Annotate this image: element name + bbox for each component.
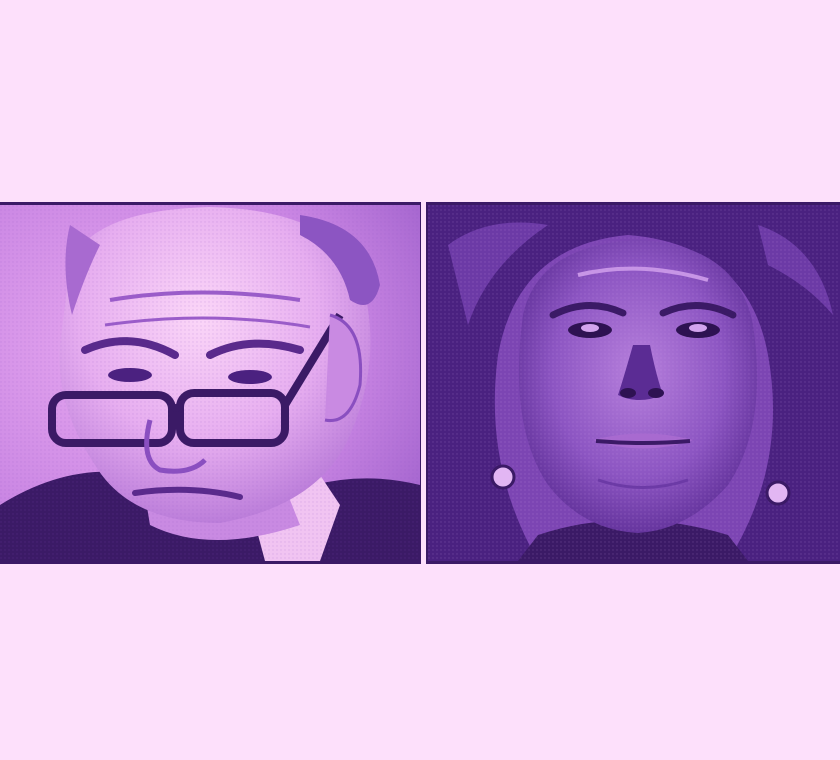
panel-divider [421, 202, 426, 564]
portrait-right-illustration [428, 205, 840, 561]
portrait-right [428, 205, 840, 561]
image-canvas [0, 0, 840, 760]
portrait-left [0, 205, 420, 561]
portrait-left-illustration [0, 205, 420, 561]
diptych-frame [0, 202, 840, 564]
